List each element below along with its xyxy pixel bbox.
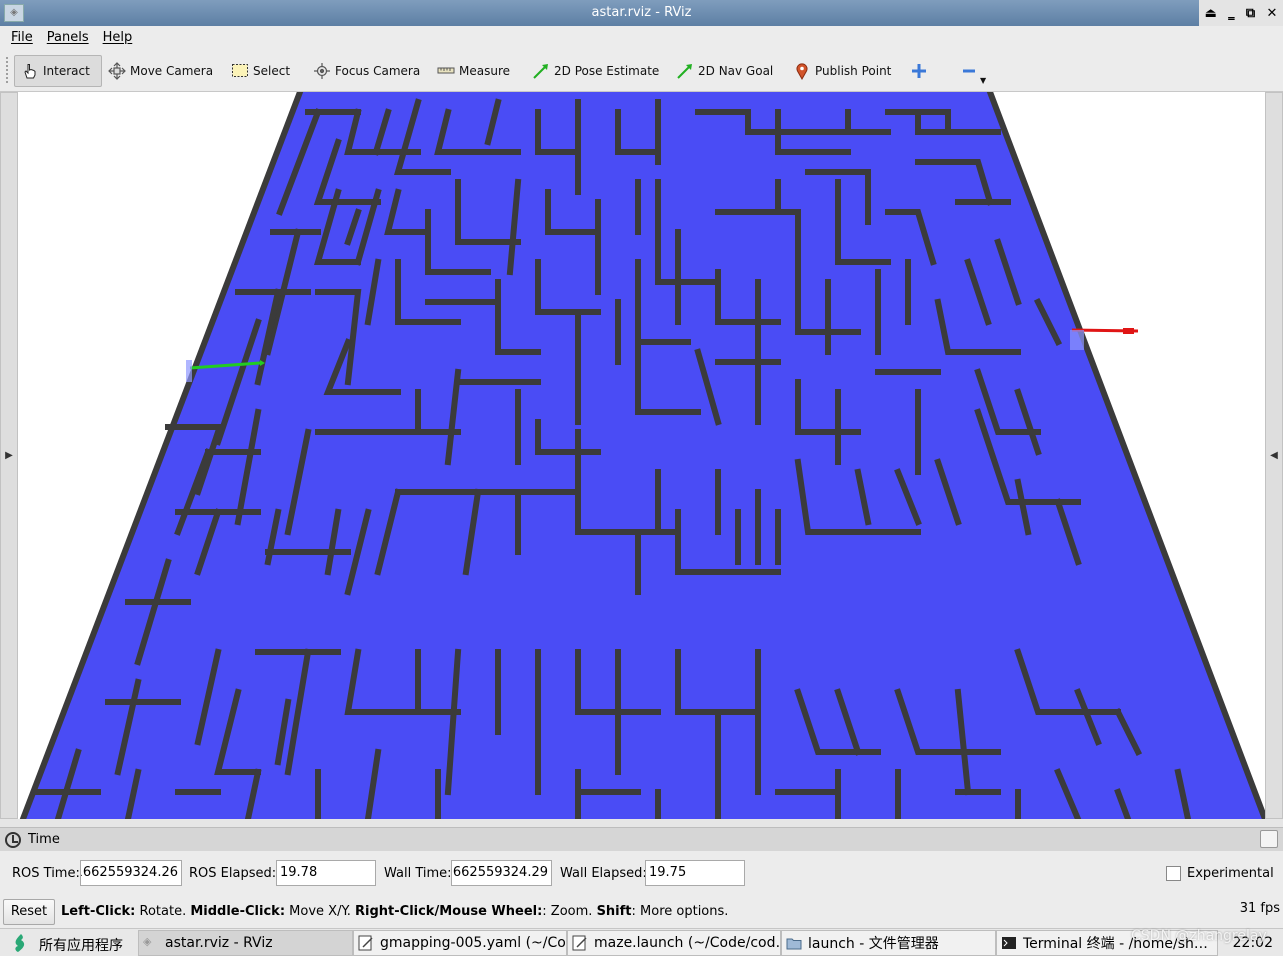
plus-icon [910,62,928,80]
minus-icon [960,62,978,80]
status-bar: Reset Left-Click: Rotate. Middle-Click: … [0,895,1283,928]
tools-toolbar: Interact Move Camera Select Focus Camera [0,48,1283,92]
window-controls: ⏏ ‗ ⧉ ✕ [1199,0,1283,26]
time-panel: ROS Time: 1662559324.26 ROS Elapsed: 19.… [0,851,1283,895]
tool-publish-point-label: Publish Point [815,64,892,78]
minimize-icon[interactable]: ‗ [1228,6,1235,21]
ros-time-label: ROS Time: [12,866,80,881]
wall-elapsed-field[interactable]: 19.75 [645,860,745,886]
menu-help[interactable]: Help [96,30,140,45]
wall-time-value: 1662559324.29 [451,865,548,880]
right-dock-handle[interactable]: ◀ [1265,92,1283,819]
help-middle-click-key: Middle-Click: [190,904,286,919]
help-left-click-key: Left-Click: [61,904,136,919]
system-taskbar: 所有应用程序 ◈ astar.rviz - RViz gmapping-005.… [0,928,1283,956]
expand-left-icon: ▶ [5,450,13,461]
help-text: Left-Click: Rotate. Middle-Click: Move X… [61,904,728,919]
tool-interact[interactable]: Interact [14,55,102,87]
help-right-click-text: : Zoom. [542,904,597,919]
time-panel-header: Time [0,827,1283,851]
tool-focus-camera[interactable]: Focus Camera [313,55,420,87]
menu-panels[interactable]: Panels [40,30,96,45]
tool-measure-label: Measure [459,64,510,78]
window-titlebar[interactable]: ◈ astar.rviz - RViz ⏏ ‗ ⧉ ✕ [0,0,1283,26]
focus-camera-icon [313,62,331,80]
toolbar-grip[interactable] [5,56,9,84]
tool-publish-point[interactable]: Publish Point [793,55,891,87]
folder-icon [786,938,802,950]
tool-select[interactable]: Select [231,55,290,87]
tool-move-camera-label: Move Camera [130,64,214,78]
tool-move-camera[interactable]: Move Camera [108,55,213,87]
rviz-icon: ◈ [143,935,152,948]
tool-2d-nav-goal-label: 2D Nav Goal [698,64,774,78]
task-file-manager-label: launch - 文件管理器 [808,936,939,952]
remove-tool-button[interactable]: ▼ [960,55,986,87]
ros-elapsed-value: 19.78 [280,865,318,880]
app-menu-button[interactable]: 所有应用程序 [39,935,123,955]
tool-interact-label: Interact [43,64,90,78]
move-camera-icon [108,62,126,80]
experimental-checkbox[interactable] [1166,866,1181,881]
window-title: astar.rviz - RViz [591,5,692,20]
map-pin-icon [793,62,811,80]
maze-map [19,92,1265,819]
reset-button[interactable]: Reset [3,899,55,925]
task-rviz-label: astar.rviz - RViz [165,935,273,951]
tool-2d-nav-goal[interactable]: 2D Nav Goal [676,55,773,87]
goal-pose-arrow [1070,328,1139,350]
wall-time-field[interactable]: 1662559324.29 [451,860,552,886]
task-gmapping-editor[interactable]: gmapping-005.yaml (~/Co… [353,930,567,956]
task-maze-launch-editor[interactable]: maze.launch (~/Code/cod… [567,930,781,956]
tool-select-label: Select [253,64,291,78]
dropdown-arrow-icon: ▼ [980,75,987,85]
task-rviz[interactable]: ◈ astar.rviz - RViz [138,930,353,956]
menu-bar: File Panels Help [0,26,1283,48]
hand-pointer-icon [21,62,39,80]
menu-file[interactable]: File [4,30,40,45]
expand-right-icon: ◀ [1270,450,1278,461]
tool-2d-pose-estimate[interactable]: 2D Pose Estimate [532,55,659,87]
task-file-manager[interactable]: launch - 文件管理器 [781,930,996,956]
tool-2d-pose-estimate-label: 2D Pose Estimate [554,64,660,78]
add-tool-button[interactable] [910,55,932,87]
green-arrow-icon [676,62,694,80]
ros-time-value: 1662559324.26 [80,865,178,880]
maximize-icon[interactable]: ⧉ [1246,6,1255,21]
ruler-icon [437,62,455,80]
watermark: CSDN @zhangrelay [1131,928,1267,944]
terminal-icon [1002,937,1016,949]
text-editor-icon [572,935,587,951]
ros-time-field[interactable]: 1662559324.26 [80,860,182,886]
close-icon[interactable]: ✕ [1266,6,1277,21]
text-editor-icon [358,935,373,951]
fps-counter: 31 fps [1239,901,1280,916]
wall-elapsed-label: Wall Elapsed: [560,866,647,881]
render-3d-view[interactable] [18,92,1265,819]
tool-measure[interactable]: Measure [437,55,510,87]
help-right-click-key: Right-Click/Mouse Wheel: [355,904,543,919]
left-dock-handle[interactable]: ▶ [0,92,18,819]
clock-icon [5,832,21,848]
ros-elapsed-field[interactable]: 19.78 [276,860,376,886]
time-panel-title: Time [28,832,60,847]
green-arrow-icon [532,62,550,80]
experimental-label: Experimental [1187,866,1274,881]
app-menu-logo-icon[interactable] [10,933,30,953]
wall-time-label: Wall Time: [384,866,452,881]
tool-focus-camera-label: Focus Camera [335,64,421,78]
shade-icon[interactable]: ⏏ [1205,6,1217,21]
task-gmapping-label: gmapping-005.yaml (~/Co… [380,935,567,951]
help-shift-text: : More options. [631,904,729,919]
wall-elapsed-value: 19.75 [649,865,687,880]
panel-splitter[interactable] [0,819,1283,827]
help-middle-click-text: Move X/Y. [285,904,356,919]
help-left-click-text: Rotate. [135,904,191,919]
select-box-icon [231,62,249,80]
ros-elapsed-label: ROS Elapsed: [189,866,277,881]
help-shift-key: Shift [596,904,632,919]
undock-panel-button[interactable] [1260,830,1278,848]
task-maze-launch-label: maze.launch (~/Code/cod… [594,935,781,951]
